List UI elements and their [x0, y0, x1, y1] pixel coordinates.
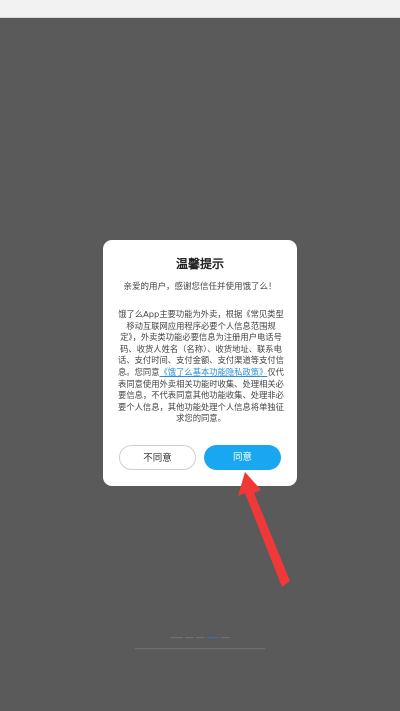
dialog-title: 温馨提示: [175, 257, 224, 271]
privacy-policy-link[interactable]: 《饿了么基本功能隐私政策》: [160, 367, 268, 377]
disagree-button[interactable]: 不同意: [119, 445, 196, 470]
footer-line-1: ━━━ ━━ ━━ ━━━ ━━: [0, 634, 400, 643]
footer-text-a: ━━━ ━━ ━━: [170, 634, 205, 642]
status-bar: [0, 0, 400, 18]
dialog-greeting: 亲爱的用户，感谢您信任并使用饿了么！: [123, 282, 277, 292]
agree-button[interactable]: 同意: [204, 445, 281, 470]
privacy-dialog: 温馨提示 亲爱的用户，感谢您信任并使用饿了么！ 饿了么App主要功能为外卖，根据…: [103, 240, 297, 486]
footer-link: ━━━: [206, 634, 220, 642]
dialog-body: 饿了么App主要功能为外卖，根据《常见类型移动互联网应用程序必要个人信息范围规定…: [118, 309, 284, 425]
footer-line-2: ━━━━━━━━━━━━━━━━━━━━━━━━━━━━━━━: [134, 645, 266, 653]
footer-text-b: ━━: [221, 634, 230, 642]
